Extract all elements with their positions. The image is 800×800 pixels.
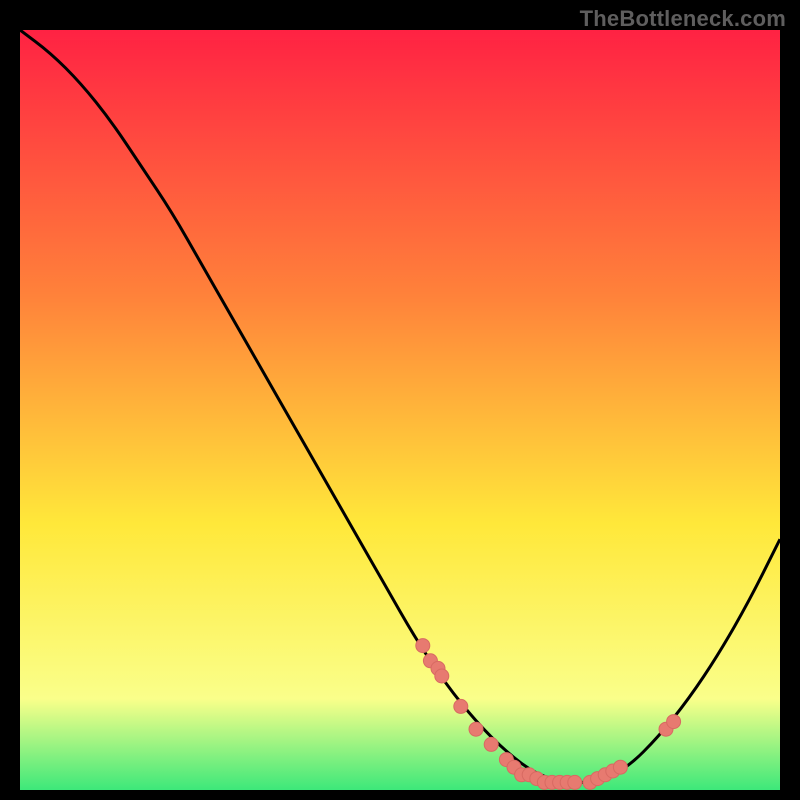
data-point-dot	[416, 639, 430, 653]
chart-plot-area	[20, 30, 780, 790]
watermark-text: TheBottleneck.com	[580, 6, 786, 32]
data-point-dot	[454, 699, 468, 713]
data-point-dot	[484, 737, 498, 751]
data-point-dot	[435, 669, 449, 683]
gradient-background	[20, 30, 780, 790]
data-point-dot	[613, 760, 627, 774]
chart-frame: TheBottleneck.com	[0, 0, 800, 800]
data-point-dot	[667, 715, 681, 729]
chart-svg	[20, 30, 780, 790]
data-point-dot	[469, 722, 483, 736]
data-point-dot	[568, 775, 582, 789]
